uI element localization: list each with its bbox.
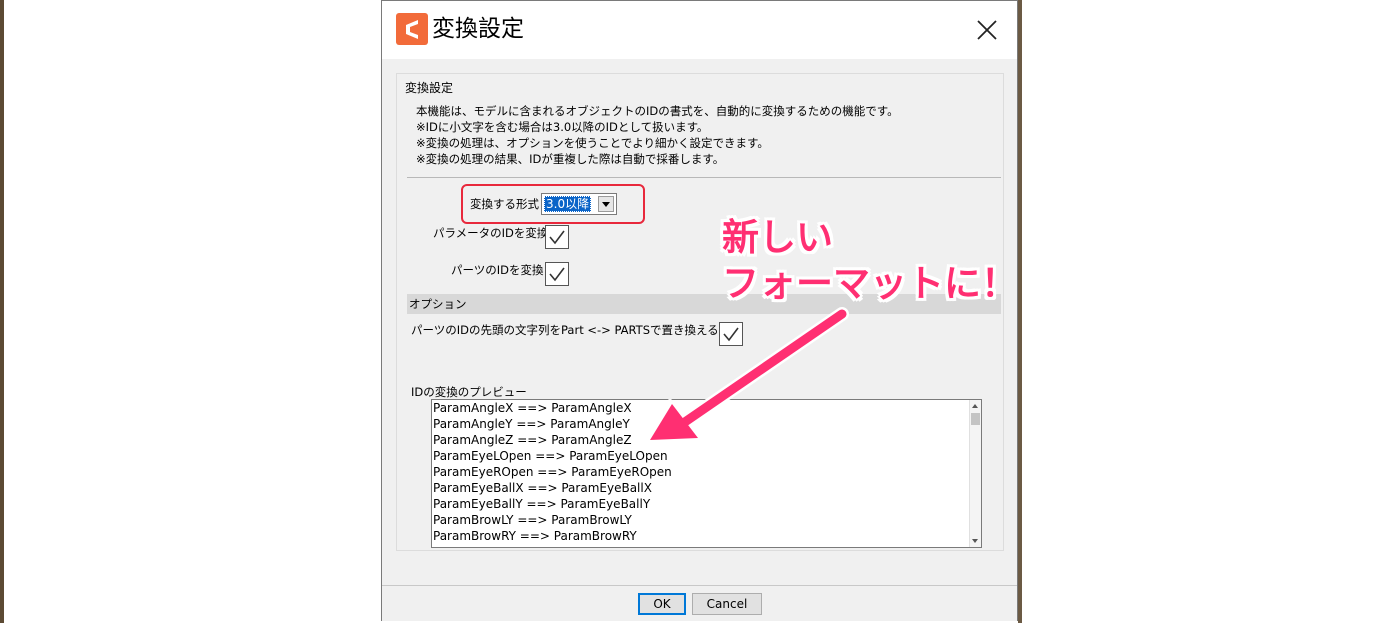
- description-line: ※IDに小文字を含む場合は3.0以降のIDとして扱います。: [416, 120, 709, 134]
- format-select[interactable]: 3.0以降: [541, 193, 617, 215]
- parts-id-checkbox[interactable]: [545, 262, 569, 286]
- format-label: 変換する形式: [470, 197, 539, 211]
- preview-item[interactable]: ParamBrowLY ==> ParamBrowLY: [433, 512, 672, 528]
- scroll-thumb[interactable]: [971, 413, 980, 425]
- description-line: 本機能は、モデルに含まれるオブジェクトのIDの書式を、自動的に変換するための機能…: [416, 104, 899, 118]
- ok-button[interactable]: OK: [638, 593, 686, 615]
- preview-items: ParamAngleX ==> ParamAngleX ParamAngleY =…: [433, 400, 672, 544]
- preview-item[interactable]: ParamAngleX ==> ParamAngleX: [433, 400, 672, 416]
- param-id-label: パラメータのIDを変換: [433, 226, 549, 240]
- description-line: ※変換の処理は、オプションを使うことでより細かく設定できます。: [416, 136, 769, 150]
- preview-item[interactable]: ParamBrowRY ==> ParamBrowRY: [433, 528, 672, 544]
- scroll-down-icon[interactable]: [972, 539, 978, 543]
- annotation-callout: 新しい フォーマットに！: [722, 215, 1018, 307]
- check-icon: [549, 267, 565, 282]
- title-bar[interactable]: 変換設定: [382, 1, 1017, 59]
- app-icon: [396, 13, 428, 45]
- description: 本機能は、モデルに含まれるオブジェクトのIDの書式を、自動的に変換するための機能…: [416, 103, 899, 167]
- preview-label: IDの変換のプレビュー: [411, 385, 527, 399]
- cancel-button[interactable]: Cancel: [692, 593, 762, 615]
- preview-item[interactable]: ParamAngleZ ==> ParamAngleZ: [433, 432, 672, 448]
- preview-item[interactable]: ParamEyeLOpen ==> ParamEyeLOpen: [433, 448, 672, 464]
- divider: [407, 177, 1001, 178]
- description-line: ※変換の処理の結果、IDが重複した際は自動で採番します。: [416, 152, 725, 166]
- annotation-arrow-icon: [645, 307, 849, 445]
- param-id-checkbox[interactable]: [545, 225, 569, 249]
- parts-id-label: パーツのIDを変換: [451, 263, 544, 277]
- check-icon: [549, 230, 565, 245]
- section-label: 変換設定: [405, 81, 454, 95]
- close-button[interactable]: [957, 1, 1017, 59]
- preview-scrollbar[interactable]: [969, 400, 981, 547]
- preview-item[interactable]: ParamEyeBallY ==> ParamEyeBallY: [433, 496, 672, 512]
- preview-item[interactable]: ParamAngleY ==> ParamAngleY: [433, 416, 672, 432]
- annotation-line: 新しい: [722, 216, 833, 259]
- background-edge-right: [1018, 0, 1022, 623]
- format-selected-value: 3.0以降: [544, 196, 592, 212]
- preview-item[interactable]: ParamEyeROpen ==> ParamEyeROpen: [433, 464, 672, 480]
- scroll-up-icon[interactable]: [972, 404, 978, 408]
- window-title: 変換設定: [432, 16, 524, 42]
- background-edge-left: [0, 0, 4, 623]
- button-bar: OK Cancel: [382, 585, 1017, 621]
- chevron-down-icon[interactable]: [598, 196, 614, 212]
- preview-item[interactable]: ParamEyeBallX ==> ParamEyeBallX: [433, 480, 672, 496]
- close-icon: [977, 20, 997, 40]
